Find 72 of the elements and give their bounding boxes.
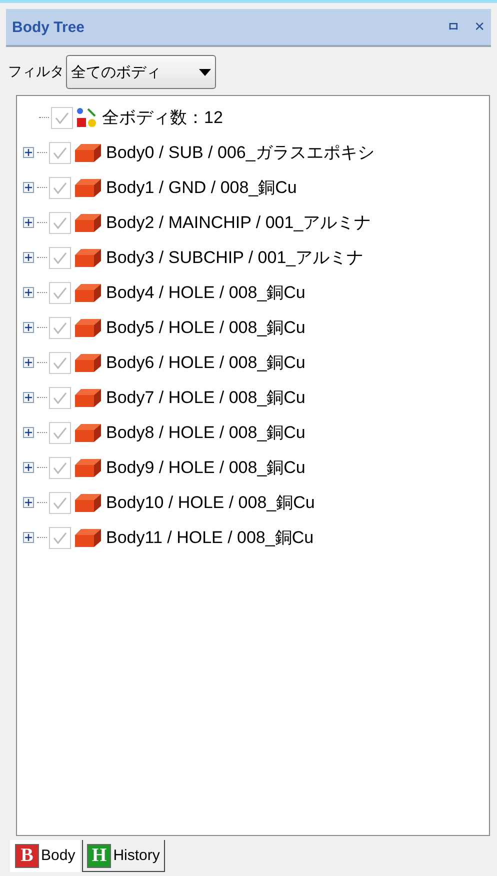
checkmark-icon (52, 250, 68, 264)
expand-toggle[interactable] (23, 322, 34, 333)
checkbox[interactable] (49, 246, 71, 268)
shapes-icon (76, 106, 98, 128)
tree-item-label[interactable]: Body8 / HOLE / 008_銅Cu (106, 421, 306, 444)
block-icon (74, 422, 102, 442)
checkmark-icon (52, 496, 68, 510)
block-icon (74, 458, 102, 478)
checkmark-icon (52, 286, 68, 300)
checkmark-icon (52, 320, 68, 334)
close-button[interactable]: ✕ (474, 20, 485, 34)
checkmark-icon (52, 426, 68, 440)
tree-item-label[interactable]: Body4 / HOLE / 008_銅Cu (106, 281, 306, 304)
checkbox[interactable] (49, 316, 71, 338)
checkmark-icon (54, 110, 70, 124)
checkbox[interactable] (49, 526, 71, 548)
checkbox[interactable] (49, 456, 71, 478)
panel-title: Body Tree (12, 18, 86, 36)
checkbox[interactable] (51, 106, 73, 128)
filter-dropdown[interactable]: 全てのボディ (66, 55, 216, 89)
expand-toggle[interactable] (23, 252, 34, 263)
tree-item-label[interactable]: Body2 / MAINCHIP / 001_アルミナ (106, 211, 372, 234)
checkbox[interactable] (49, 282, 71, 304)
block-icon (74, 352, 102, 372)
checkbox[interactable] (49, 386, 71, 408)
checkbox[interactable] (49, 212, 71, 234)
expand-toggle[interactable] (23, 357, 34, 368)
block-icon (74, 248, 102, 268)
block-icon (74, 528, 102, 548)
tree-item-label[interactable]: Body11 / HOLE / 008_銅Cu (106, 526, 314, 549)
tree-item-label[interactable]: Body9 / HOLE / 008_銅Cu (106, 456, 306, 479)
checkbox[interactable] (49, 176, 71, 198)
checkbox[interactable] (49, 492, 71, 514)
checkmark-icon (52, 180, 68, 194)
block-icon (74, 388, 102, 408)
expand-toggle[interactable] (23, 147, 34, 158)
expand-toggle[interactable] (23, 427, 34, 438)
tree-item-label[interactable]: Body6 / HOLE / 008_銅Cu (106, 351, 306, 374)
tree-item-label[interactable]: Body1 / GND / 008_銅Cu (106, 176, 297, 199)
tree-item-label[interactable]: Body3 / SUBCHIP / 001_アルミナ (106, 246, 364, 269)
expand-toggle[interactable] (23, 462, 34, 473)
checkbox[interactable] (49, 422, 71, 444)
tab[interactable]: B Body (10, 840, 80, 872)
expand-toggle[interactable] (23, 182, 34, 193)
checkmark-icon (52, 216, 68, 230)
caret-icon (199, 68, 211, 76)
expand-toggle[interactable] (23, 217, 34, 228)
tab[interactable]: H History (82, 840, 165, 872)
expand-toggle[interactable] (23, 392, 34, 403)
block-icon (74, 142, 102, 162)
block-icon (74, 282, 102, 302)
tree-item-label[interactable]: Body0 / SUB / 006_ガラスエポキシ (106, 141, 374, 164)
checkmark-icon (52, 390, 68, 404)
tree-item-label[interactable]: 全ボディ数：12 (102, 106, 223, 129)
checkmark-icon (52, 146, 68, 160)
checkbox[interactable] (49, 352, 71, 374)
checkmark-icon (52, 460, 68, 474)
tree-item-label[interactable]: Body10 / HOLE / 008_銅Cu (106, 491, 315, 514)
block-icon (74, 492, 102, 512)
filter-label: フィルタ (8, 63, 64, 81)
expand-toggle[interactable] (23, 497, 34, 508)
pin-button[interactable]: ㅁ (447, 18, 460, 36)
expand-toggle[interactable] (23, 287, 34, 298)
block-icon (74, 318, 102, 338)
tree-item-label[interactable]: Body7 / HOLE / 008_銅Cu (106, 386, 306, 409)
checkmark-icon (52, 530, 68, 544)
block-icon (74, 178, 102, 198)
block-icon (74, 212, 102, 232)
checkbox[interactable] (49, 142, 71, 164)
checkmark-icon (52, 356, 68, 370)
tree-item-label[interactable]: Body5 / HOLE / 008_銅Cu (106, 316, 306, 339)
expand-toggle[interactable] (23, 532, 34, 543)
